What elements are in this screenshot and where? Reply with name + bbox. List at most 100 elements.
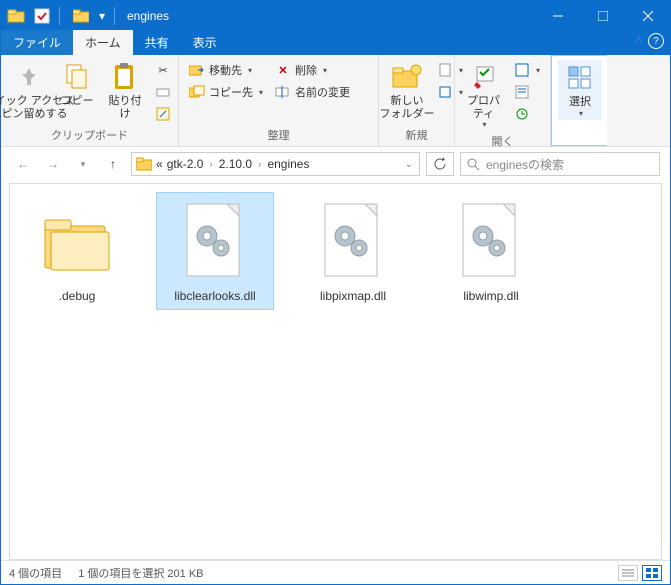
path-icon (155, 84, 171, 100)
addr-dropdown-icon[interactable]: ⌄ (403, 159, 415, 170)
dll-icon (313, 199, 393, 285)
explorer-window: ▾ engines ファイル ホーム 共有 表示 ᐱ ? クイック アクセス に… (0, 0, 671, 585)
scissors-icon: ✂ (155, 62, 171, 78)
ribbon-group-open: プロパティ ▾ ▾ 開く (455, 55, 551, 146)
history-button[interactable] (510, 105, 544, 123)
paste-button[interactable]: 貼り付け (103, 59, 147, 122)
search-box[interactable]: enginesの検索 (460, 152, 660, 176)
file-item-libwimp[interactable]: libwimp.dll (432, 192, 550, 310)
folder-icon (136, 157, 152, 171)
rename-button[interactable]: 名前の変更 (271, 83, 354, 101)
delete-icon: ✕ (275, 62, 291, 78)
crumb-1[interactable]: 2.10.0 (219, 157, 252, 171)
file-name: libwimp.dll (463, 289, 518, 303)
ribbon-group-clipboard: クイック アクセス にピン留めする コピー 貼り付け ✂ クリップボード (1, 55, 179, 146)
minimize-button[interactable] (535, 1, 580, 31)
crumb-prefix[interactable]: « (156, 157, 163, 171)
file-name: .debug (59, 289, 96, 303)
paste-icon (109, 61, 141, 93)
file-name: libpixmap.dll (320, 289, 386, 303)
separator (114, 7, 115, 25)
selection-info: 1 個の項目を選択 201 KB (78, 565, 203, 581)
file-item-libpixmap[interactable]: libpixmap.dll (294, 192, 412, 310)
details-view-button[interactable] (618, 565, 638, 581)
copy-to-button[interactable]: コピー先▾ (185, 83, 267, 101)
delete-button[interactable]: ✕削除▾ (271, 61, 354, 79)
status-bar: 4 個の項目 1 個の項目を選択 201 KB (1, 560, 670, 584)
search-icon (467, 158, 480, 171)
file-item-debug[interactable]: .debug (18, 192, 136, 310)
folder-icon (5, 5, 27, 27)
qat-folder-icon[interactable] (70, 5, 92, 27)
clipboard-extra: ✂ (151, 59, 175, 123)
window-title: engines (127, 9, 169, 23)
move-icon (189, 62, 205, 78)
icons-view-button[interactable] (642, 565, 662, 581)
back-button[interactable]: ← (11, 152, 35, 176)
chevron-right-icon[interactable]: › (207, 159, 214, 170)
paste-shortcut-button[interactable] (151, 105, 175, 123)
copy-button[interactable]: コピー (55, 59, 99, 110)
separator (59, 7, 60, 25)
easy-icon (437, 84, 453, 100)
shortcut-icon (155, 106, 171, 122)
window-buttons (535, 1, 670, 31)
ribbon-tabs: ファイル ホーム 共有 表示 ᐱ ? (1, 31, 670, 55)
dll-icon (175, 199, 255, 285)
select-button[interactable]: 選択 ▾ (558, 60, 602, 120)
new-folder-button[interactable]: 新しい フォルダー (385, 59, 429, 122)
file-name: libclearlooks.dll (174, 289, 255, 303)
edit-button[interactable] (510, 83, 544, 101)
open-icon (514, 62, 530, 78)
forward-button[interactable]: → (41, 152, 65, 176)
file-list[interactable]: .debug libclearlooks.dll libpixmap.dll l… (9, 183, 662, 560)
pin-icon (13, 61, 45, 93)
chevron-right-icon[interactable]: › (256, 159, 263, 170)
chevron-down-icon: ▾ (536, 66, 540, 75)
group-label-clipboard: クリップボード (7, 125, 172, 146)
tab-home[interactable]: ホーム (73, 30, 133, 55)
refresh-button[interactable] (426, 152, 454, 176)
item-count: 4 個の項目 (9, 565, 62, 581)
copy-icon (61, 61, 93, 93)
close-button[interactable] (625, 1, 670, 31)
maximize-button[interactable] (580, 1, 625, 31)
crumb-0[interactable]: gtk-2.0 (167, 157, 204, 171)
group-label-select (558, 140, 601, 145)
new-item-icon (437, 62, 453, 78)
address-bar[interactable]: « gtk-2.0› 2.10.0› engines ⌄ (131, 152, 420, 176)
new-folder-icon (391, 61, 423, 93)
file-item-libclearlooks[interactable]: libclearlooks.dll (156, 192, 274, 310)
help-icon[interactable]: ? (648, 33, 664, 49)
properties-icon (467, 61, 499, 93)
tab-view[interactable]: 表示 (181, 30, 229, 55)
chevron-down-icon: ▾ (323, 66, 327, 75)
crumb-2[interactable]: engines (267, 157, 309, 171)
chevron-down-icon: ▾ (248, 66, 252, 75)
quick-access-toolbar: ▾ (1, 1, 121, 31)
up-button[interactable]: ↑ (101, 152, 125, 176)
folder-icon (37, 199, 117, 285)
copy-path-button[interactable] (151, 83, 175, 101)
chevron-down-icon: ▾ (259, 88, 263, 97)
tab-file[interactable]: ファイル (1, 30, 73, 55)
group-label-new: 新規 (385, 125, 448, 146)
pin-to-quickaccess-button[interactable]: クイック アクセス にピン留めする (7, 59, 51, 122)
chevron-down-icon: ▾ (579, 109, 583, 118)
ribbon-group-new: 新しい フォルダー ▾ ▾ 新規 (379, 55, 455, 146)
open-button[interactable]: ▾ (510, 61, 544, 79)
ribbon-group-select: 選択 ▾ (551, 55, 607, 146)
cut-button[interactable]: ✂ (151, 61, 175, 79)
move-to-button[interactable]: 移動先▾ (185, 61, 267, 79)
tab-share[interactable]: 共有 (133, 30, 181, 55)
view-toggle (618, 565, 662, 581)
ribbon: クイック アクセス にピン留めする コピー 貼り付け ✂ クリップボード (1, 55, 670, 147)
recent-dropdown[interactable]: ▾ (71, 152, 95, 176)
properties-button[interactable]: プロパティ ▾ (461, 59, 506, 131)
copyto-icon (189, 84, 205, 100)
group-label-organize: 整理 (185, 125, 372, 146)
select-icon (564, 62, 596, 94)
qat-dropdown-icon[interactable]: ▾ (96, 5, 108, 27)
qat-save-icon[interactable] (31, 5, 53, 27)
collapse-ribbon-icon[interactable]: ᐱ (635, 35, 642, 46)
